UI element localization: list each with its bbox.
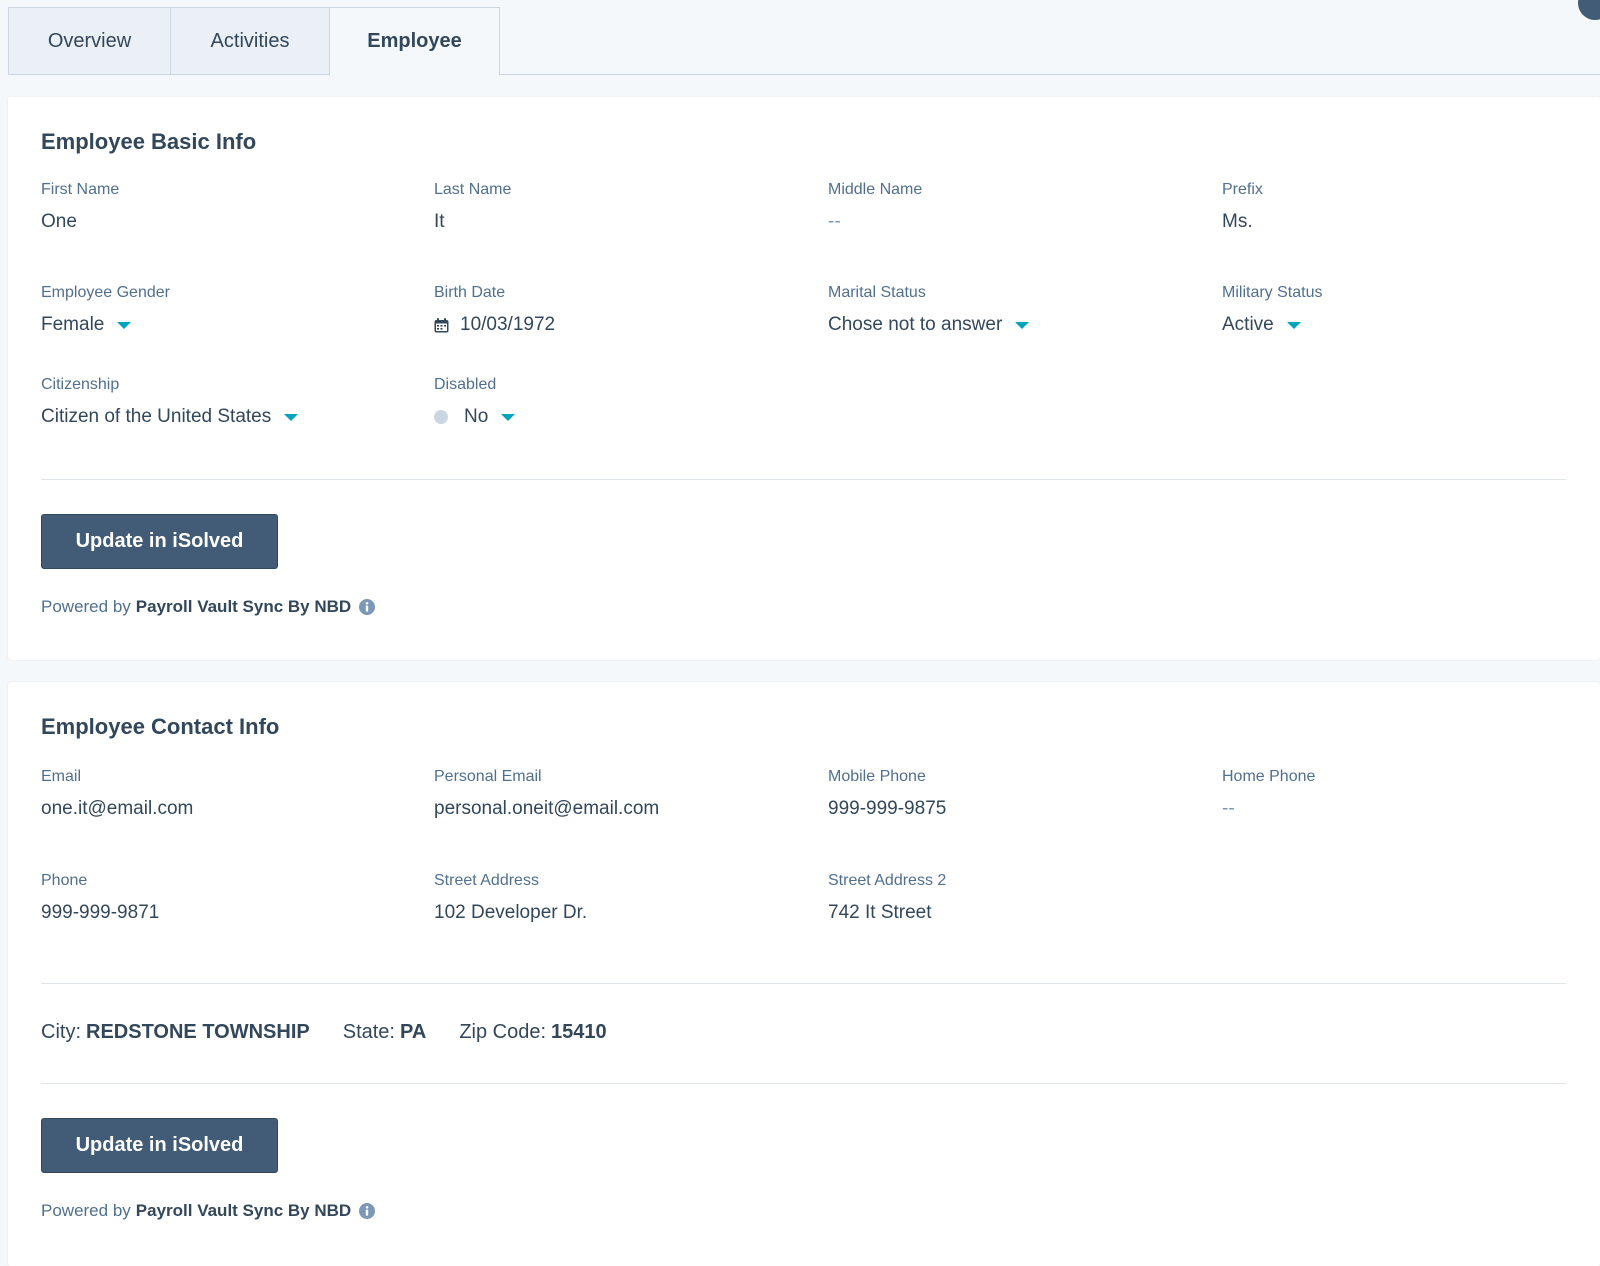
first-name-value[interactable]: One — [41, 211, 119, 233]
birth-date-label: Birth Date — [434, 284, 506, 301]
marital-status-field: Marital Status Chose not to answer — [828, 284, 1030, 336]
state-label: State: — [342, 1021, 395, 1043]
tab-activities[interactable]: Activities — [170, 7, 330, 75]
street-address-field: Street Address 102 Developer Dr. — [434, 872, 587, 924]
section-divider — [41, 983, 1566, 984]
gender-field: Employee Gender Female — [41, 284, 170, 336]
street-address-2-label: Street Address 2 — [828, 872, 947, 889]
zip-group: Zip Code: 15410 — [459, 1021, 606, 1044]
citizenship-value: Citizen of the United States — [41, 406, 272, 427]
military-status-field: Military Status Active — [1222, 284, 1322, 336]
tab-bar: Overview Activities Employee — [8, 7, 500, 76]
city-value: REDSTONE TOWNSHIP — [86, 1021, 310, 1043]
last-name-value[interactable]: It — [434, 211, 511, 233]
phone-label: Phone — [41, 872, 88, 889]
tab-employee[interactable]: Employee — [329, 7, 500, 76]
prefix-label: Prefix — [1222, 181, 1263, 198]
first-name-label: First Name — [41, 181, 120, 198]
chevron-down-icon[interactable] — [501, 413, 516, 421]
middle-name-value[interactable]: -- — [828, 211, 922, 233]
mobile-phone-label: Mobile Phone — [828, 768, 926, 785]
section-divider — [41, 479, 1566, 480]
phone-field: Phone 999-999-9871 — [41, 872, 159, 924]
city-group: City: REDSTONE TOWNSHIP — [41, 1021, 310, 1044]
calendar-icon[interactable] — [434, 317, 449, 333]
email-value[interactable]: one.it@email.com — [41, 798, 193, 820]
info-icon[interactable] — [359, 1203, 376, 1219]
city-state-zip-line: City: REDSTONE TOWNSHIP State: PA Zip Code… — [41, 1021, 607, 1044]
state-group: State: PA — [343, 1021, 427, 1044]
middle-name-field: Middle Name -- — [828, 181, 922, 233]
military-status-label: Military Status — [1222, 284, 1323, 301]
birth-date-picker[interactable]: 10/03/1972 — [434, 314, 555, 336]
section-title-basic-info: Employee Basic Info — [41, 129, 257, 154]
personal-email-field: Personal Email personal.oneit@email.com — [434, 768, 659, 820]
military-status-value: Active — [1222, 314, 1274, 335]
chevron-down-icon[interactable] — [117, 321, 132, 329]
disabled-value: No — [464, 406, 489, 427]
first-name-field: First Name One — [41, 181, 119, 233]
powered-by-brand: Payroll Vault Sync By NBD — [135, 1201, 352, 1220]
citizenship-field: Citizenship Citizen of the United States — [41, 376, 299, 428]
home-phone-field: Home Phone -- — [1222, 768, 1315, 820]
powered-by-note: Powered by Payroll Vault Sync By NBD — [41, 1201, 376, 1221]
disabled-label: Disabled — [434, 376, 497, 393]
email-label: Email — [41, 768, 82, 785]
last-name-label: Last Name — [434, 181, 512, 198]
chevron-down-icon[interactable] — [1286, 321, 1301, 329]
prefix-field: Prefix Ms. — [1222, 181, 1263, 233]
home-phone-label: Home Phone — [1222, 768, 1316, 785]
zip-value: 15410 — [551, 1021, 607, 1043]
mobile-phone-value[interactable]: 999-999-9875 — [828, 798, 946, 820]
powered-by-brand: Payroll Vault Sync By NBD — [135, 597, 352, 616]
employee-basic-info-card: Employee Basic Info First Name One Last … — [8, 97, 1600, 660]
tab-baseline — [8, 74, 1600, 75]
state-value: PA — [400, 1021, 427, 1043]
mobile-phone-field: Mobile Phone 999-999-9875 — [828, 768, 946, 820]
tab-overview[interactable]: Overview — [8, 7, 171, 75]
update-in-isolved-button[interactable]: Update in iSolved — [41, 1118, 278, 1173]
marital-status-value: Chose not to answer — [828, 314, 1003, 335]
birth-date-value: 10/03/1972 — [460, 314, 556, 335]
citizenship-label: Citizenship — [41, 376, 120, 393]
section-title-contact-info: Employee Contact Info — [41, 714, 280, 739]
city-label: City: — [41, 1021, 81, 1043]
last-name-field: Last Name It — [434, 181, 511, 233]
zip-label: Zip Code: — [459, 1021, 547, 1043]
street-address-2-value[interactable]: 742 It Street — [828, 902, 946, 924]
home-phone-value[interactable]: -- — [1222, 798, 1315, 820]
street-address-2-field: Street Address 2 742 It Street — [828, 872, 946, 924]
status-dot-icon — [434, 410, 448, 424]
marital-status-select[interactable]: Chose not to answer — [828, 314, 1030, 336]
section-divider — [41, 1083, 1566, 1084]
phone-value[interactable]: 999-999-9871 — [41, 902, 159, 924]
birth-date-field: Birth Date 10/03/1972 — [434, 284, 555, 336]
citizenship-select[interactable]: Citizen of the United States — [41, 406, 299, 428]
powered-by-note: Powered by Payroll Vault Sync By NBD — [41, 597, 376, 617]
update-in-isolved-button[interactable]: Update in iSolved — [41, 514, 278, 569]
middle-name-label: Middle Name — [828, 181, 923, 198]
powered-by-text: Powered by — [41, 1201, 131, 1220]
military-status-select[interactable]: Active — [1222, 314, 1322, 336]
personal-email-value[interactable]: personal.oneit@email.com — [434, 798, 659, 820]
chevron-down-icon[interactable] — [1015, 321, 1030, 329]
employee-contact-info-card: Employee Contact Info Email one.it@email… — [8, 682, 1600, 1266]
email-field: Email one.it@email.com — [41, 768, 193, 820]
personal-email-label: Personal Email — [434, 768, 542, 785]
powered-by-text: Powered by — [41, 597, 131, 616]
gender-value: Female — [41, 314, 105, 335]
prefix-value[interactable]: Ms. — [1222, 211, 1263, 233]
gender-label: Employee Gender — [41, 284, 170, 301]
info-icon[interactable] — [359, 599, 376, 615]
marital-status-label: Marital Status — [828, 284, 926, 301]
disabled-field: Disabled No — [434, 376, 516, 428]
street-address-label: Street Address — [434, 872, 539, 889]
close-button[interactable] — [1578, 0, 1600, 20]
gender-select[interactable]: Female — [41, 314, 170, 336]
street-address-value[interactable]: 102 Developer Dr. — [434, 902, 587, 924]
disabled-select[interactable]: No — [434, 406, 516, 428]
chevron-down-icon[interactable] — [284, 413, 299, 421]
